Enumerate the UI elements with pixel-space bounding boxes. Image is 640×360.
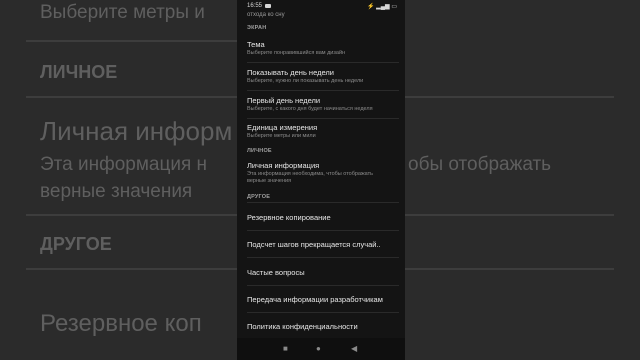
setting-first-day[interactable]: Первый день недели Выберите, с какого дн… <box>247 96 399 113</box>
divider <box>247 62 399 63</box>
video-record-icon <box>265 4 271 8</box>
setting-title: Подсчет шагов прекращается случай.. <box>247 240 381 249</box>
home-icon[interactable]: ● <box>316 344 321 353</box>
bg-divider <box>400 96 614 98</box>
bg-personal-heading: ЛИЧНОЕ <box>40 62 118 82</box>
setting-title: Первый день недели <box>247 96 321 105</box>
setting-desc: Выберите, с какого дня будет начинаться … <box>247 106 373 112</box>
bg-personal-desc-right: обы отображать <box>408 154 552 175</box>
divider <box>247 90 399 91</box>
setting-units[interactable]: Единица измерения Выберите метры или мил… <box>247 123 399 140</box>
status-time: 16:55 <box>247 3 263 9</box>
phone-screen: 16:55 ⚡ ▂▄▆ ▭ отхода ко сну ЭКРАН Тема В… <box>237 0 405 360</box>
divider <box>247 202 399 203</box>
bg-personal-desc-2: верные значения <box>40 181 193 202</box>
setting-title: Частые вопросы <box>247 268 305 277</box>
setting-faq[interactable]: Частые вопросы <box>247 268 399 277</box>
setting-step-counting-stops[interactable]: Подсчет шагов прекращается случай.. <box>247 240 399 249</box>
status-icons: ⚡ ▂▄▆ ▭ <box>367 4 397 10</box>
setting-show-weekday[interactable]: Показывать день недели Выберите, нужно л… <box>247 68 399 85</box>
divider <box>247 257 399 258</box>
back-icon[interactable]: ◀ <box>351 344 357 353</box>
setting-title: Показывать день недели <box>247 68 334 77</box>
bg-divider <box>400 214 614 216</box>
section-personal: ЛИЧНОЕ <box>247 148 272 154</box>
bg-divider <box>26 96 240 98</box>
setting-title: Передача информации разработчикам <box>247 295 383 304</box>
navigation-bar: ■ ● ◀ <box>237 338 405 360</box>
bg-divider <box>26 40 240 42</box>
bg-divider <box>26 214 240 216</box>
setting-theme[interactable]: Тема Выберите понравившийся вам дизайн <box>247 40 399 57</box>
bg-other-heading: ДРУГОЕ <box>40 234 112 254</box>
setting-backup[interactable]: Резервное копирование <box>247 213 399 222</box>
divider <box>247 285 399 286</box>
setting-title: Резервное копирование <box>247 213 331 222</box>
bg-personal-desc-1: Эта информация н <box>40 154 208 175</box>
setting-desc: Выберите понравившийся вам дизайн <box>247 50 346 56</box>
setting-desc: Эта информация необходима, чтобы отображ… <box>247 171 373 184</box>
divider <box>247 118 399 119</box>
setting-personal-info[interactable]: Личная информация Эта информация необход… <box>247 161 399 184</box>
divider <box>247 230 399 231</box>
bg-personal-title: Личная информ <box>40 116 233 146</box>
status-bar: 16:55 ⚡ ▂▄▆ ▭ <box>247 3 397 12</box>
setting-title: Политика конфиденциальности <box>247 322 358 331</box>
section-screen: ЭКРАН <box>247 25 267 31</box>
setting-title: Тема <box>247 40 265 49</box>
setting-desc: Выберите метры или мили <box>247 133 316 139</box>
bg-backup-title: Резервное коп <box>40 310 202 337</box>
setting-send-info[interactable]: Передача информации разработчикам <box>247 295 399 304</box>
recents-icon[interactable]: ■ <box>283 344 288 353</box>
previous-item-desc: отхода ко сну <box>247 12 285 18</box>
setting-desc: Выберите, нужно ли показывать день недел… <box>247 78 364 84</box>
section-other: ДРУГОЕ <box>247 194 271 200</box>
bg-divider <box>26 268 240 270</box>
bg-top-text: Выберите метры и <box>40 2 205 23</box>
setting-title: Личная информация <box>247 161 320 170</box>
divider <box>247 312 399 313</box>
setting-privacy-policy[interactable]: Политика конфиденциальности <box>247 322 399 331</box>
bg-divider <box>400 268 614 270</box>
setting-title: Единица измерения <box>247 123 318 132</box>
